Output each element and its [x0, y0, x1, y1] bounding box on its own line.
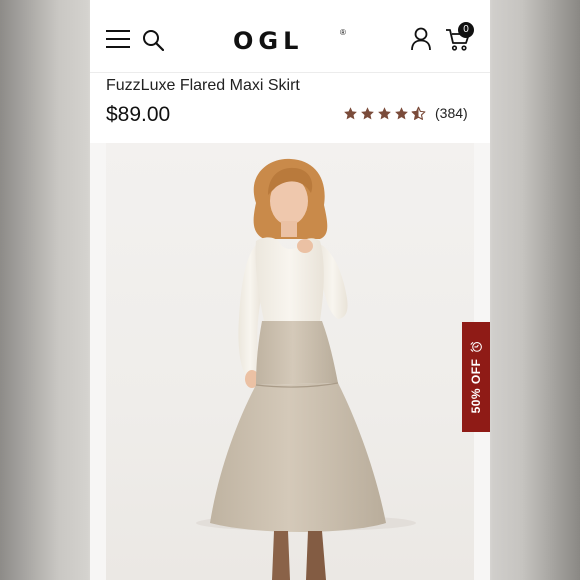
user-icon[interactable] — [410, 27, 432, 56]
product-title: FuzzLuxe Flared Maxi Skirt — [106, 77, 300, 94]
site-header: OGL ® 0 — [90, 0, 490, 73]
rating-stars — [343, 106, 426, 121]
rating-count[interactable]: (384) — [435, 105, 468, 121]
star-full-icon — [361, 106, 374, 119]
star-half-icon — [411, 106, 426, 120]
menu-icon[interactable] — [106, 30, 130, 48]
star-full-icon — [395, 106, 408, 119]
discount-label: 50% OFF — [469, 358, 483, 414]
brand-logo[interactable]: OGL — [233, 27, 303, 55]
registered-mark: ® — [340, 28, 346, 37]
star-full-icon — [344, 106, 357, 119]
product-image[interactable] — [106, 143, 474, 580]
alarm-clock-icon — [470, 342, 482, 352]
product-rating[interactable]: (384) — [343, 105, 468, 121]
product-price: $89.00 — [106, 103, 171, 126]
cart-count-badge: 0 — [458, 22, 474, 38]
model-illustration — [196, 158, 416, 580]
star-full-icon — [378, 106, 391, 119]
search-icon[interactable] — [142, 29, 165, 56]
product-page: OGL ® 0 FuzzLuxe Flared Maxi Skirt $89.0… — [90, 0, 490, 580]
discount-tab[interactable]: 50% OFF — [462, 322, 490, 432]
image-gutter-left — [90, 143, 106, 580]
